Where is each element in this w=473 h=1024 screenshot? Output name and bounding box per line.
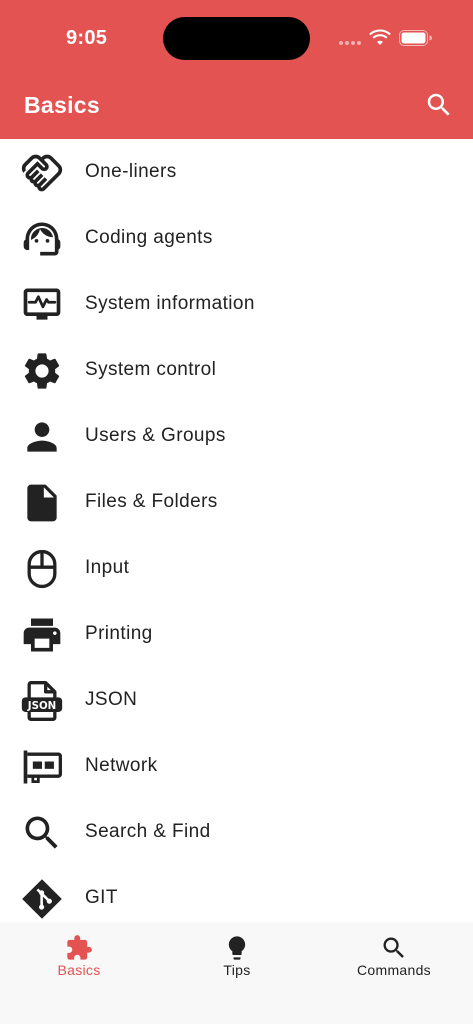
- tab-label: Basics: [57, 962, 101, 978]
- printer-icon: [20, 613, 64, 657]
- list-item-label: Network: [85, 755, 158, 776]
- puzzle-icon: [65, 934, 93, 962]
- list-item-one-liners[interactable]: One-liners: [0, 139, 473, 205]
- cellular-signal-icon: [339, 41, 363, 45]
- list-item-label: Input: [85, 557, 130, 578]
- list-item-users-groups[interactable]: Users & Groups: [0, 403, 473, 469]
- search-icon: [427, 93, 450, 116]
- dynamic-island: [163, 17, 310, 60]
- list-item-label: Search & Find: [85, 821, 211, 842]
- lightbulb-icon: [223, 934, 251, 962]
- list-item-files-folders[interactable]: Files & Folders: [0, 469, 473, 535]
- list-item-label: GIT: [85, 887, 118, 908]
- list-item-printing[interactable]: Printing: [0, 601, 473, 667]
- list-item-system-control[interactable]: System control: [0, 337, 473, 403]
- svg-text:JSON: JSON: [27, 700, 57, 712]
- status-time: 9:05: [66, 27, 108, 49]
- list-item-json[interactable]: JSON JSON: [0, 667, 473, 733]
- list-item-label: Printing: [85, 623, 153, 644]
- list-item-label: JSON: [85, 689, 138, 710]
- list-item-label: Users & Groups: [85, 425, 226, 446]
- search-icon: [380, 934, 408, 962]
- tab-basics[interactable]: Basics: [0, 930, 158, 990]
- tab-tips[interactable]: Tips: [158, 930, 316, 990]
- list-item-label: One-liners: [85, 161, 177, 182]
- json-file-icon: JSON: [20, 679, 64, 723]
- handshake-icon: [20, 151, 64, 195]
- tab-label: Commands: [357, 962, 431, 978]
- list-item-label: Files & Folders: [85, 491, 218, 512]
- list-item-label: Coding agents: [85, 227, 213, 248]
- battery-icon: [399, 30, 432, 46]
- list-item-input[interactable]: Input: [0, 535, 473, 601]
- list-item-label: System information: [85, 293, 255, 314]
- git-icon: [20, 877, 64, 921]
- list-item-git[interactable]: GIT: [0, 865, 473, 922]
- mouse-icon: [20, 547, 64, 591]
- list-item-network[interactable]: Network: [0, 733, 473, 799]
- list-item-system-information[interactable]: System information: [0, 271, 473, 337]
- page-title: Basics: [24, 92, 100, 118]
- monitor-heart-icon: [20, 283, 64, 327]
- file-icon: [20, 481, 64, 525]
- tab-commands[interactable]: Commands: [315, 930, 473, 990]
- search-button[interactable]: [424, 90, 454, 120]
- app-header: 9:05 Basics: [0, 0, 473, 139]
- list-item-coding-agents[interactable]: Coding agents: [0, 205, 473, 271]
- person-icon: [20, 415, 64, 459]
- category-list: One-liners Coding agents System informat…: [0, 139, 473, 922]
- wifi-icon: [369, 29, 391, 47]
- list-item-search-find[interactable]: Search & Find: [0, 799, 473, 865]
- app-screen: 9:05 Basics One-liners Coding agents Sys…: [0, 0, 473, 1024]
- bottom-navigation: Basics Tips Commands: [0, 922, 473, 1024]
- network-card-icon: [20, 745, 64, 789]
- list-item-label: System control: [85, 359, 217, 380]
- tab-label: Tips: [223, 962, 251, 978]
- gear-icon: [20, 349, 64, 393]
- search-icon: [20, 811, 64, 855]
- support-agent-icon: [20, 217, 64, 261]
